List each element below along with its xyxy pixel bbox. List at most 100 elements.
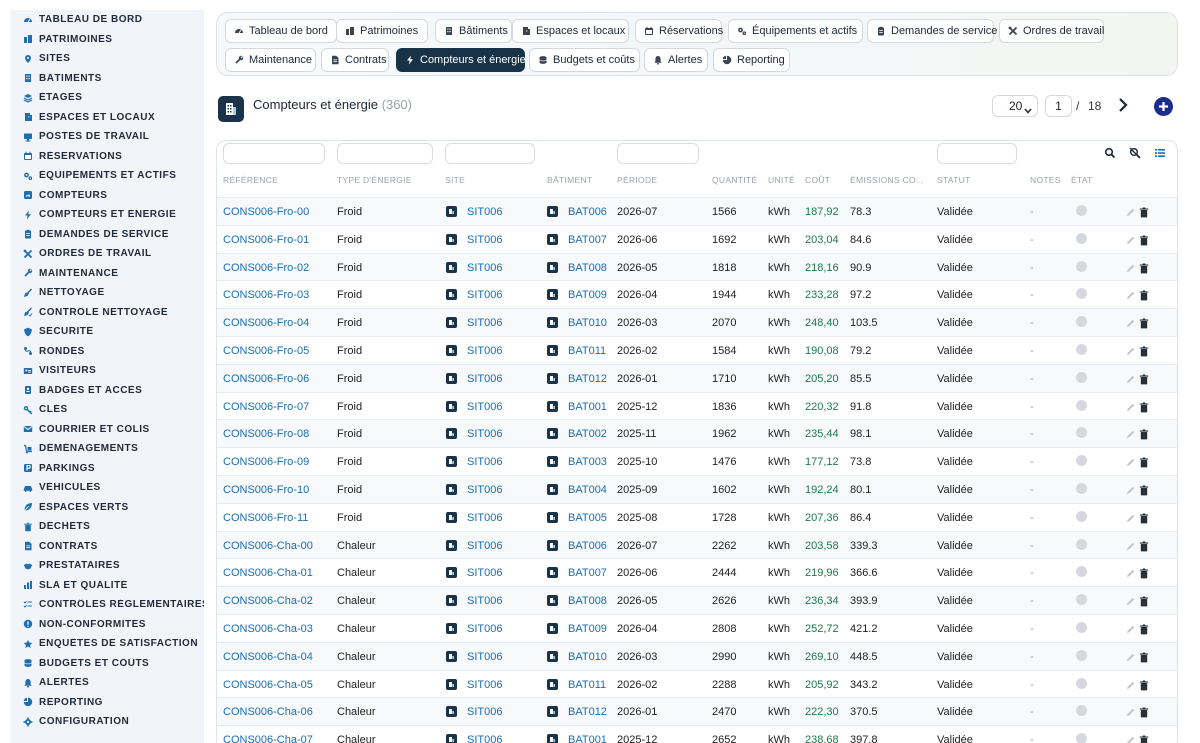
reference-link[interactable]: CONS006-Fro-06: [223, 373, 309, 385]
sidebar-item[interactable]: CONTRÔLE NETTOYAGE: [10, 303, 204, 323]
column-header[interactable]: ÉMISSIONS CO...: [850, 175, 924, 185]
building-link[interactable]: BAT010: [568, 651, 607, 663]
column-header[interactable]: STATUT: [937, 175, 971, 185]
reference-link[interactable]: CONS006-Fro-09: [223, 456, 309, 468]
sidebar-item[interactable]: TABLEAU DE BORD: [10, 10, 204, 30]
sidebar-item[interactable]: POSTES DE TRAVAIL: [10, 127, 204, 147]
tab-item[interactable]: Espaces et locaux: [512, 19, 629, 43]
sidebar-item[interactable]: BADGES ET ACCÈS: [10, 381, 204, 401]
table-row[interactable]: CONS006-Fro-01 Froid SIT006 BAT007 2026-06 16…: [217, 224, 1177, 253]
building-link[interactable]: BAT007: [568, 567, 607, 579]
delete-icon[interactable]: [1139, 511, 1149, 524]
delete-icon[interactable]: [1139, 455, 1149, 468]
delete-icon[interactable]: [1139, 705, 1149, 718]
building-link[interactable]: BAT004: [568, 484, 607, 496]
tab-item[interactable]: Alertes: [644, 48, 708, 72]
edit-icon[interactable]: [1125, 539, 1136, 550]
reference-link[interactable]: CONS006-Fro-04: [223, 317, 309, 329]
table-row[interactable]: CONS006-Cha-04 Chaleur SIT006 BAT010 2026-03…: [217, 641, 1177, 670]
tab-item[interactable]: Ordres de travail: [999, 19, 1104, 43]
current-page-input[interactable]: 1: [1045, 95, 1072, 117]
column-header[interactable]: BÂTIMENT: [547, 175, 592, 185]
site-link[interactable]: SIT006: [467, 345, 502, 357]
building-link[interactable]: BAT009: [568, 289, 607, 301]
delete-icon[interactable]: [1139, 288, 1149, 301]
column-header[interactable]: TYPE D'ÉNERGIE: [337, 175, 412, 185]
edit-icon[interactable]: [1125, 427, 1136, 439]
edit-icon[interactable]: [1125, 316, 1136, 328]
column-header[interactable]: ÉTAT: [1071, 175, 1093, 185]
building-link[interactable]: BAT001: [568, 401, 607, 413]
edit-icon[interactable]: [1125, 594, 1136, 606]
edit-icon[interactable]: [1125, 566, 1136, 578]
site-link[interactable]: SIT006: [467, 206, 502, 218]
site-link[interactable]: SIT006: [467, 734, 502, 743]
delete-icon[interactable]: [1139, 539, 1149, 551]
reference-link[interactable]: CONS006-Cha-07: [223, 734, 313, 743]
table-row[interactable]: CONS006-Fro-00 Froid SIT006 BAT006 2026-07 15…: [217, 197, 1177, 225]
edit-icon[interactable]: [1125, 233, 1136, 244]
tab-item[interactable]: Compteurs et énergie: [396, 48, 526, 72]
tab-item[interactable]: Reporting: [713, 48, 790, 72]
edit-icon[interactable]: [1125, 261, 1136, 272]
edit-icon[interactable]: [1125, 344, 1136, 355]
delete-icon[interactable]: [1139, 427, 1149, 440]
sidebar-item[interactable]: COMPTEURS: [10, 186, 204, 206]
building-link[interactable]: BAT006: [568, 540, 607, 552]
site-link[interactable]: SIT006: [467, 651, 502, 663]
building-link[interactable]: BAT003: [568, 456, 607, 468]
reference-link[interactable]: CONS006-Fro-08: [223, 428, 309, 440]
reference-link[interactable]: CONS006-Fro-01: [223, 234, 309, 246]
site-link[interactable]: SIT006: [467, 484, 502, 496]
sidebar-item[interactable]: RÉSERVATIONS: [10, 147, 204, 167]
table-row[interactable]: CONS006-Fro-10 Froid SIT006 BAT004 2025-09 16…: [217, 475, 1177, 503]
building-link[interactable]: BAT005: [568, 512, 607, 524]
sidebar-item[interactable]: SLA ET QUALITÉ: [10, 576, 204, 596]
sidebar-item[interactable]: PRESTATAIRES: [10, 556, 204, 576]
delete-icon[interactable]: [1139, 566, 1149, 579]
column-header[interactable]: COÛT: [805, 175, 830, 185]
clear-search-icon[interactable]: [1129, 147, 1141, 159]
edit-icon[interactable]: [1125, 372, 1136, 383]
delete-icon[interactable]: [1139, 261, 1149, 273]
column-header[interactable]: QUANTITÉ: [712, 175, 757, 185]
building-link[interactable]: BAT006: [568, 206, 607, 218]
table-row[interactable]: CONS006-Cha-06 Chaleur SIT006 BAT012 2026-01…: [217, 697, 1177, 726]
delete-icon[interactable]: [1139, 594, 1149, 607]
reference-link[interactable]: CONS006-Cha-01: [223, 567, 313, 579]
edit-icon[interactable]: [1125, 733, 1136, 743]
table-row[interactable]: CONS006-Cha-05 Chaleur SIT006 BAT011 2026-02…: [217, 669, 1177, 698]
sidebar-item[interactable]: DEMANDES DE SERVICE: [10, 225, 204, 245]
table-row[interactable]: CONS006-Fro-09 Froid SIT006 BAT003 2025-10 14…: [217, 447, 1177, 475]
building-link[interactable]: BAT010: [568, 317, 607, 329]
sidebar-item[interactable]: CONTRÔLES RÉGLEMENTAIRES: [10, 595, 204, 615]
list-view-icon[interactable]: [1154, 147, 1166, 159]
edit-icon[interactable]: [1125, 650, 1136, 661]
sidebar-item[interactable]: DÉMÉNAGEMENTS: [10, 439, 204, 459]
building-link[interactable]: BAT001: [568, 734, 607, 743]
building-link[interactable]: BAT007: [568, 234, 607, 246]
reference-link[interactable]: CONS006-Cha-02: [223, 595, 313, 607]
edit-icon[interactable]: [1125, 205, 1136, 216]
delete-icon[interactable]: [1139, 344, 1149, 357]
reference-link[interactable]: CONS006-Fro-02: [223, 262, 309, 274]
site-link[interactable]: SIT006: [467, 595, 502, 607]
site-link[interactable]: SIT006: [467, 373, 502, 385]
site-link[interactable]: SIT006: [467, 234, 502, 246]
table-row[interactable]: CONS006-Fro-06 Froid SIT006 BAT012 2026-01 17…: [217, 363, 1177, 392]
tab-item[interactable]: Réservations: [635, 19, 723, 43]
edit-icon[interactable]: [1125, 678, 1136, 689]
delete-icon[interactable]: [1139, 483, 1149, 496]
sidebar-item[interactable]: MAINTENANCE: [10, 264, 204, 284]
edit-icon[interactable]: [1125, 400, 1136, 411]
reference-link[interactable]: CONS006-Cha-00: [223, 540, 313, 552]
delete-icon[interactable]: [1139, 678, 1149, 690]
table-row[interactable]: CONS006-Fro-03 Froid SIT006 BAT009 2026-04 19…: [217, 280, 1177, 308]
edit-icon[interactable]: [1125, 483, 1136, 494]
sidebar-item[interactable]: ORDRES DE TRAVAIL: [10, 244, 204, 264]
sidebar-item[interactable]: ESPACES ET LOCAUX: [10, 108, 204, 128]
delete-icon[interactable]: [1139, 316, 1149, 329]
reference-link[interactable]: CONS006-Fro-07: [223, 401, 309, 413]
site-link[interactable]: SIT006: [467, 623, 502, 635]
filter-statut-input[interactable]: [937, 143, 1017, 164]
